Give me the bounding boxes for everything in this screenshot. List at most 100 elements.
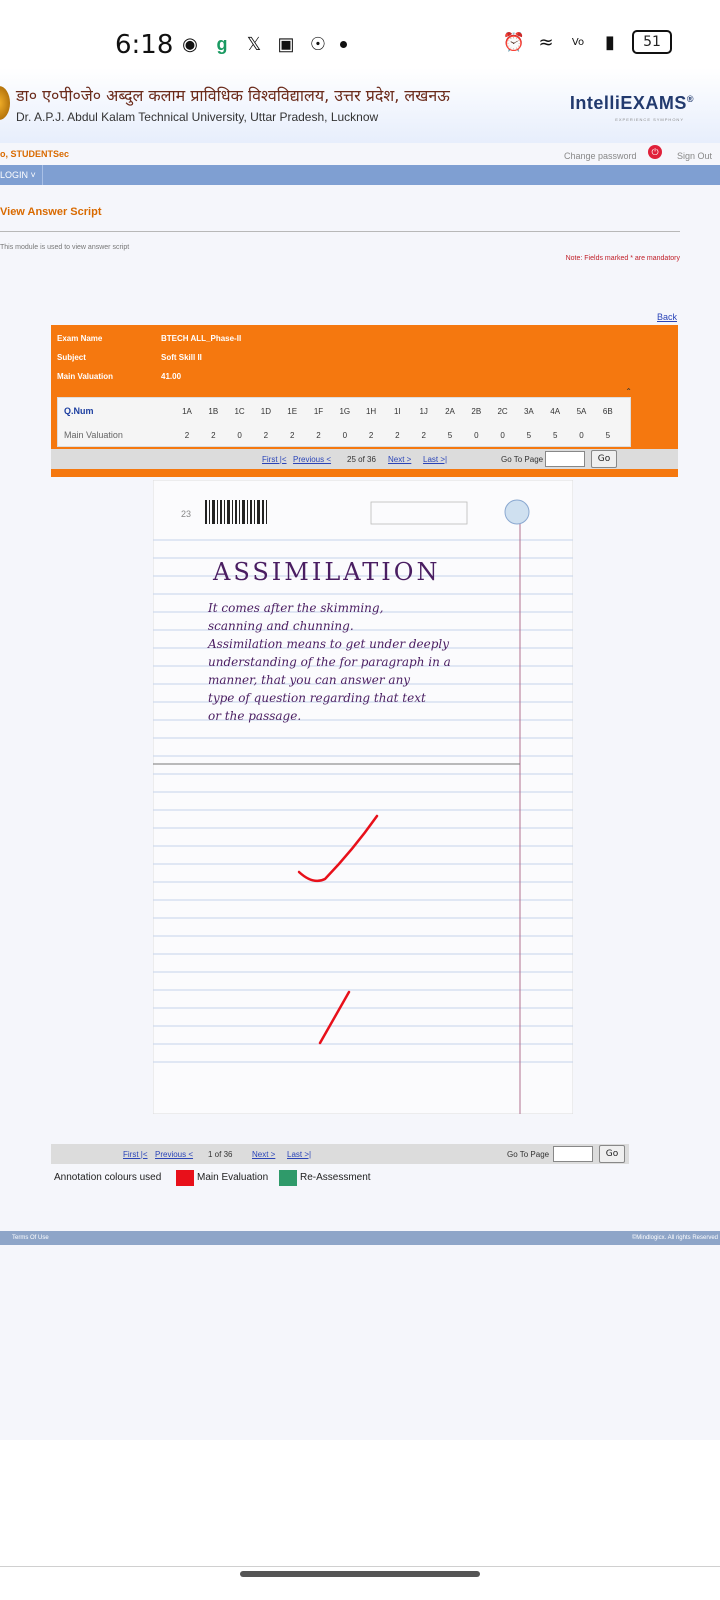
signal-icon: ▮: [605, 31, 615, 53]
question-number: 1G: [339, 407, 351, 416]
question-mark: 0: [579, 431, 584, 440]
university-name-hindi: डा० ए०पी०जे० अब्दुल कलाम प्राविधिक विश्व…: [16, 86, 450, 105]
university-header: डा० ए०पी०जे० अब्दुल कलाम प्राविधिक विश्व…: [0, 68, 720, 143]
re-assessment-label: Re-Assessment: [300, 1172, 371, 1183]
question-number: 1B: [208, 407, 219, 416]
page-position: 1 of 36: [208, 1150, 233, 1159]
question-number: 1D: [260, 407, 271, 416]
answer-line: manner, that you can answer any: [208, 673, 410, 687]
back-link[interactable]: Back: [657, 312, 677, 322]
question-mark: 5: [552, 431, 558, 440]
status-time: 6:18: [115, 30, 174, 60]
valuation-header: Main Valuation: [64, 430, 123, 440]
answer-line: or the passage.: [208, 709, 301, 723]
login-menu[interactable]: LOGIN ˅: [0, 165, 43, 185]
terms-link[interactable]: Terms Of Use: [12, 1235, 49, 1241]
question-number: 1F: [313, 407, 324, 416]
message-icon: ◉: [182, 33, 198, 54]
copyright: ©Mindlogicx. All rights Reserved: [631, 1235, 718, 1241]
subject-value: Soft Skill II: [161, 353, 202, 362]
main-valuation-value: 41.00: [161, 372, 182, 381]
question-mark: 2: [395, 431, 400, 440]
g-app-icon: g: [216, 33, 228, 54]
page-position: 25 of 36: [347, 455, 376, 464]
question-mark: 5: [447, 431, 453, 440]
university-logo: [0, 86, 10, 120]
last-page-link[interactable]: Last >|: [287, 1150, 311, 1159]
question-number: 2C: [497, 407, 508, 416]
notification-icons: ◉ g 𝕏 ▣ ☉: [180, 34, 347, 54]
answer-line: scanning and chunning.: [208, 619, 354, 633]
question-mark: 2: [263, 431, 269, 440]
first-page-link[interactable]: First |<: [262, 455, 287, 464]
nav-bar: LOGIN ˅: [0, 165, 720, 185]
question-number: 4A: [550, 407, 561, 416]
question-number: 2B: [471, 407, 482, 416]
last-page-link[interactable]: Last >|: [423, 455, 447, 464]
question-mark: 5: [605, 431, 611, 440]
question-mark: 2: [368, 431, 374, 440]
re-assessment-swatch: [279, 1170, 297, 1186]
question-number: 1E: [287, 407, 298, 416]
subject-label: Subject: [57, 353, 86, 362]
nav-divider: [0, 1566, 720, 1567]
answer-line: understanding of the for paragraph in a: [208, 655, 451, 669]
question-mark: 0: [500, 431, 505, 440]
gallery-icon: ▣: [277, 33, 295, 54]
go-button[interactable]: Go: [591, 450, 617, 468]
previous-page-link[interactable]: Previous <: [293, 455, 331, 464]
username: o, STUDENTSec: [0, 149, 70, 159]
chrome-icon: ☉: [309, 33, 327, 54]
power-icon[interactable]: ⏻: [648, 145, 662, 159]
qnum-header: Q.Num: [64, 406, 94, 416]
collapse-icon[interactable]: ⌃: [625, 387, 632, 396]
title-divider: [0, 231, 680, 232]
answer-line: type of question regarding that text: [208, 691, 426, 705]
footer: Terms Of Use ©Mindlogicx. All rights Res…: [0, 1231, 720, 1245]
brand-tagline: EXPERIENCE SYMPHONY: [615, 117, 684, 122]
question-number: 1J: [419, 407, 428, 416]
pager-bottom: First |< Previous < 1 of 36 Next > Last …: [51, 1144, 629, 1164]
question-mark: 5: [526, 431, 532, 440]
go-to-page-label: Go To Page: [507, 1150, 550, 1159]
battery-icon: 51: [632, 30, 672, 54]
change-password-link[interactable]: Change password: [564, 151, 637, 161]
answer-script-image: 23 ASSIMILATION It comes after the skimm…: [153, 480, 573, 1114]
go-to-page-label: Go To Page: [501, 455, 544, 464]
question-number: 1H: [365, 407, 377, 416]
first-page-link[interactable]: First |<: [123, 1150, 148, 1159]
wifi-icon: ≈: [538, 31, 554, 53]
more-dot-icon: [340, 40, 347, 48]
university-seal: [504, 499, 530, 525]
question-mark: 2: [211, 431, 216, 440]
university-name-english: Dr. A.P.J. Abdul Kalam Technical Univers…: [16, 110, 379, 124]
module-description: This module is used to view answer scrip…: [0, 244, 130, 251]
home-indicator[interactable]: [240, 1571, 480, 1577]
page-title: View Answer Script: [0, 206, 102, 218]
question-number: 1A: [182, 407, 192, 416]
user-bar: o, STUDENTSec Change password ⏻ Sign Out: [0, 143, 720, 165]
main-evaluation-label: Main Evaluation: [197, 1172, 269, 1183]
next-page-link[interactable]: Next >: [252, 1150, 275, 1159]
next-page-link[interactable]: Next >: [388, 455, 411, 464]
go-button[interactable]: Go: [599, 1145, 625, 1163]
answer-line: Assimilation means to get under deeply: [207, 637, 449, 651]
question-number: 3A: [523, 407, 534, 416]
subject-row: Subject Soft Skill II: [57, 353, 202, 362]
previous-page-link[interactable]: Previous <: [155, 1150, 193, 1159]
question-mark: 2: [289, 431, 295, 440]
go-to-page-input[interactable]: [545, 451, 585, 467]
question-mark: 2: [421, 431, 426, 440]
question-mark: 0: [474, 431, 479, 440]
sign-out-link[interactable]: Sign Out: [677, 151, 712, 161]
answer-line: It comes after the skimming,: [207, 601, 383, 615]
intelliexams-logo: IntelliEXAMS®: [569, 93, 694, 113]
status-bar: 6:18 ◉ g 𝕏 ▣ ☉ ⏰ ≈ Vo ▮ 51: [0, 0, 720, 68]
question-mark: 2: [184, 431, 190, 440]
question-number: 5A: [576, 407, 587, 416]
go-to-page-input[interactable]: [553, 1146, 593, 1162]
question-mark: 2: [316, 431, 321, 440]
question-number: 2A: [445, 407, 455, 416]
answer-heading: ASSIMILATION: [212, 558, 440, 586]
question-mark: 0: [237, 431, 242, 440]
